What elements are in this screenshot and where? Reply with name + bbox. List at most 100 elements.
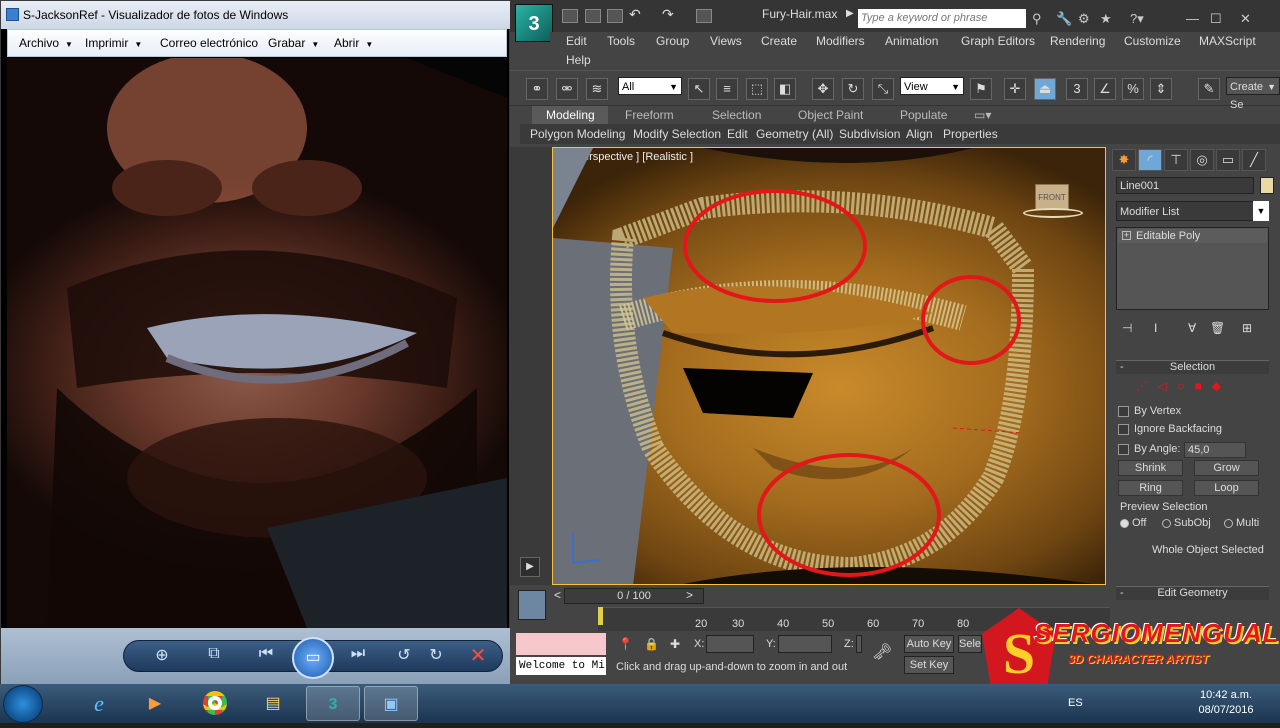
ribbon-options-icon[interactable]: ▭▾ (974, 108, 991, 122)
panel-subdivision[interactable]: Subdivision (839, 127, 900, 141)
angle-snap-icon[interactable]: ∠ (1094, 78, 1116, 100)
fit-window-icon[interactable]: ⧉ (201, 645, 227, 663)
previous-icon[interactable]: ⏮ (253, 645, 279, 663)
menu-edit[interactable]: Edit (566, 34, 587, 48)
menu-tools[interactable]: Tools (607, 34, 635, 48)
loop-button[interactable]: Loop (1194, 480, 1259, 496)
chevron-down-icon[interactable]: ▼ (1253, 201, 1269, 221)
tab-modeling[interactable]: Modeling (546, 108, 595, 122)
redo-icon[interactable]: ↷ (662, 6, 678, 22)
viewport-play-icon[interactable]: ▶ (520, 557, 540, 577)
utilities-tab-icon[interactable]: ╱ (1242, 149, 1266, 171)
absolute-mode-icon[interactable]: ✚ (670, 637, 680, 651)
auto-key-button[interactable]: Auto Key (904, 635, 954, 653)
create-selection-set-input[interactable]: Create Se (1226, 77, 1280, 111)
hierarchy-tab-icon[interactable]: ⊤ (1164, 149, 1188, 171)
key-icon[interactable]: 🗝 (872, 642, 892, 662)
zoom-icon[interactable]: ⊕ (149, 645, 175, 665)
viewcube[interactable]: FRONT (1023, 184, 1083, 218)
minimize-icon[interactable]: — (1186, 11, 1199, 26)
modifier-stack[interactable]: + Editable Poly (1116, 227, 1269, 310)
snaps-toggle-icon[interactable]: 3 (1066, 78, 1088, 100)
shrink-button[interactable]: Shrink (1118, 460, 1183, 476)
maxscript-listener-input[interactable]: Welcome to Mi (516, 657, 606, 675)
perspective-viewport[interactable]: [+] [Perspective ] [Realistic ] FRONT (552, 147, 1106, 585)
photo-viewer-icon[interactable]: ▣ (364, 686, 418, 721)
menu-views[interactable]: Views (710, 34, 742, 48)
3dsmax-icon[interactable]: 3 (306, 686, 360, 721)
preview-subobj-radio[interactable] (1162, 519, 1171, 528)
tab-object-paint[interactable]: Object Paint (798, 108, 863, 122)
isolate-selection-icon[interactable]: 📍 (618, 637, 633, 651)
menu-animation[interactable]: Animation (885, 34, 938, 48)
ring-button[interactable]: Ring (1118, 480, 1183, 496)
chrome-icon[interactable] (188, 686, 242, 721)
object-color-swatch[interactable] (1260, 177, 1274, 194)
slideshow-icon[interactable]: ▭ (292, 637, 334, 679)
bind-space-warp-icon[interactable]: ≋ (586, 78, 608, 100)
explorer-icon[interactable]: ▤ (246, 686, 300, 721)
z-coordinate-field[interactable] (856, 635, 862, 653)
menu-maxscript[interactable]: MAXScript (1199, 34, 1256, 48)
unlink-icon[interactable]: ⚮ (556, 78, 578, 100)
object-name-field[interactable]: Line001 (1116, 177, 1254, 194)
menu-imprimir[interactable]: Imprimir ▼ (85, 36, 142, 50)
undo-icon[interactable]: ↶ (629, 6, 645, 22)
help-icon[interactable]: ?▾ (1130, 11, 1144, 27)
menu-help[interactable]: Help (566, 53, 591, 67)
menu-rendering[interactable]: Rendering (1050, 34, 1105, 48)
grow-button[interactable]: Grow (1194, 460, 1259, 476)
menu-modifiers[interactable]: Modifiers (816, 34, 865, 48)
panel-modify-selection[interactable]: Modify Selection (633, 127, 721, 141)
close-icon[interactable]: ✕ (1240, 11, 1251, 27)
next-icon[interactable]: ⏭ (345, 645, 371, 663)
x-coordinate-field[interactable] (706, 635, 754, 653)
scale-icon[interactable]: ⤡ (872, 78, 894, 100)
menu-archivo[interactable]: Archivo ▼ (19, 36, 73, 50)
delete-icon[interactable]: ✕ (465, 643, 491, 668)
keyboard-shortcut-override-icon[interactable]: ⏏ (1034, 78, 1056, 100)
maximize-icon[interactable]: ☐ (1210, 11, 1222, 27)
mini-curve-editor-icon[interactable] (518, 590, 546, 620)
tab-populate[interactable]: Populate (900, 108, 947, 122)
by-vertex-checkbox[interactable] (1118, 406, 1129, 417)
select-by-name-icon[interactable]: ≡ (716, 78, 738, 100)
remove-modifier-icon[interactable]: 🗑 (1210, 321, 1225, 335)
menu-correo[interactable]: Correo electrónico (160, 36, 258, 50)
binoculars-icon[interactable]: ⚲ (1032, 11, 1042, 27)
photo-viewer-titlebar[interactable]: S-JacksonRef - Visualizador de fotos de … (1, 1, 511, 29)
rotate-icon[interactable]: ↻ (842, 78, 864, 100)
show-end-result-icon[interactable]: Ι (1154, 321, 1157, 335)
move-icon[interactable]: ✥ (812, 78, 834, 100)
stack-item-editable-poly[interactable]: + Editable Poly (1118, 229, 1267, 243)
track-next-icon[interactable]: > (686, 588, 693, 602)
edit-named-selection-icon[interactable]: ✎ (1198, 78, 1220, 100)
media-center-icon[interactable]: ▶ (128, 686, 182, 721)
display-tab-icon[interactable]: ▭ (1216, 149, 1240, 171)
rotate-right-icon[interactable]: ↻ (423, 645, 449, 665)
selection-region-icon[interactable]: ⬚ (746, 78, 768, 100)
open-file-icon[interactable] (585, 9, 601, 23)
menu-group[interactable]: Group (656, 34, 689, 48)
subobject-level-icons[interactable]: ⋰◁○■◆ (1136, 379, 1231, 393)
panel-polygon-modeling[interactable]: Polygon Modeling (530, 127, 625, 141)
panel-properties[interactable]: Properties (943, 127, 998, 141)
configure-modifier-sets-icon[interactable]: ⊞ (1242, 321, 1252, 335)
panel-edit[interactable]: Edit (727, 127, 748, 141)
time-cursor[interactable] (598, 607, 603, 625)
language-indicator[interactable]: ES (1068, 697, 1083, 709)
make-unique-icon[interactable]: ∀ (1188, 321, 1196, 335)
menu-create[interactable]: Create (761, 34, 797, 48)
reference-coordinate-dropdown[interactable]: View (900, 77, 964, 96)
tab-freeform[interactable]: Freeform (625, 108, 674, 122)
pivot-center-icon[interactable]: ⚑ (970, 78, 992, 100)
panel-align[interactable]: Align (906, 127, 933, 141)
selection-lock-icon[interactable]: 🔒 (644, 637, 659, 651)
save-file-icon[interactable] (607, 9, 623, 23)
menu-customize[interactable]: Customize (1124, 34, 1181, 48)
start-button[interactable] (3, 685, 43, 723)
project-folder-icon[interactable] (696, 9, 712, 23)
preview-multi-radio[interactable] (1224, 519, 1233, 528)
viewcube-front-face[interactable]: FRONT (1035, 184, 1069, 210)
selection-rollout-header[interactable]: - Selection (1116, 360, 1269, 374)
